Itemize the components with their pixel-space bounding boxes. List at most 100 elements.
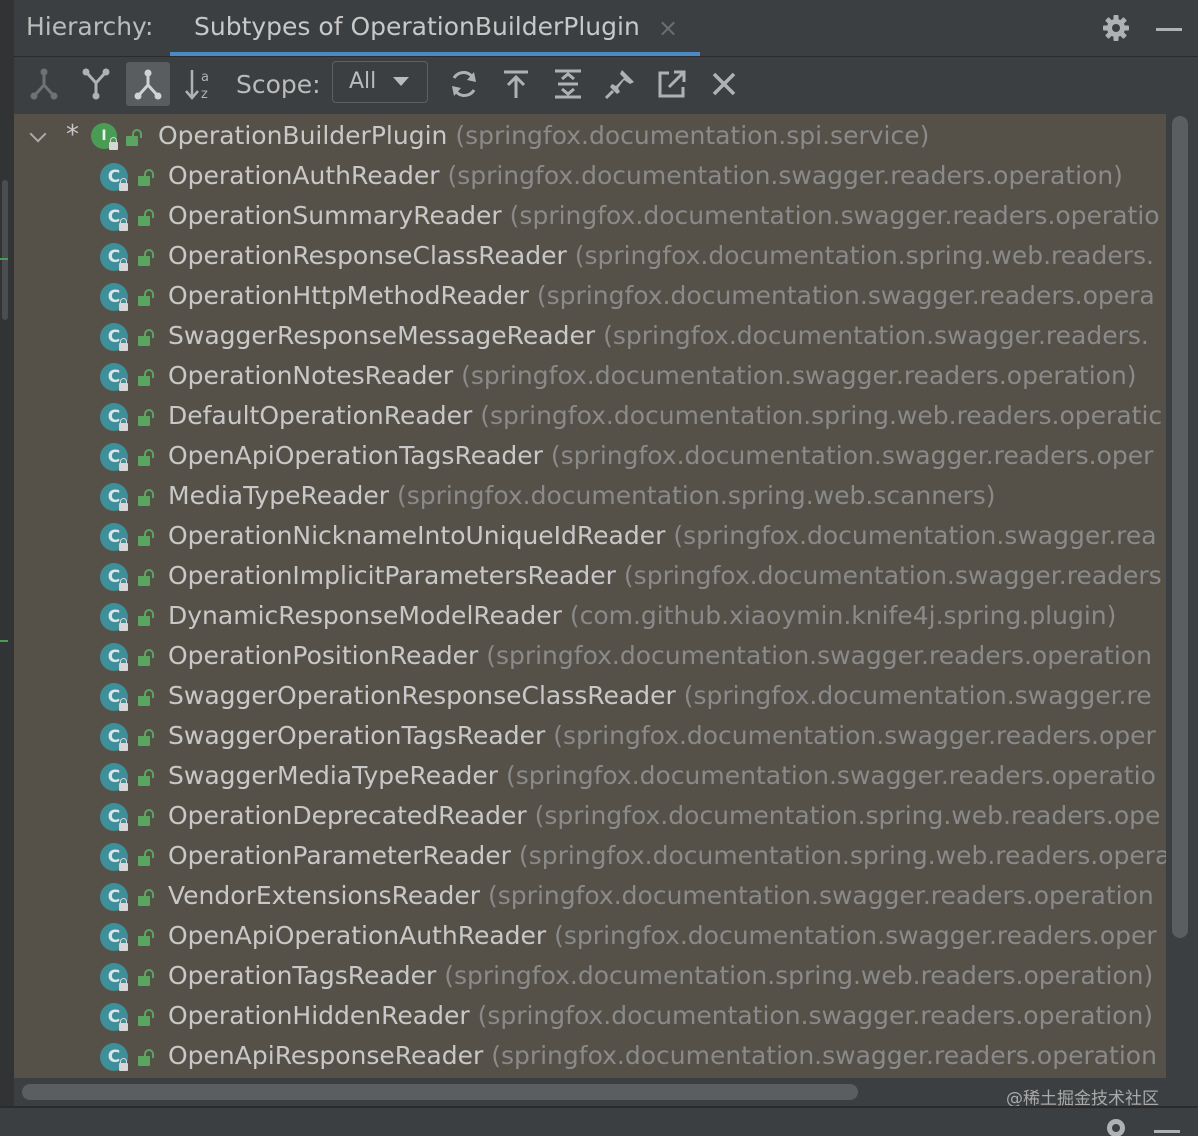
public-access-icon <box>138 489 154 506</box>
supertypes-hierarchy-button[interactable] <box>22 62 66 106</box>
tree-row[interactable]: C OperationImplicitParametersReader (spri… <box>14 556 1166 596</box>
tree-node-label: OperationParameterReader (springfox.docu… <box>168 841 1166 870</box>
bottom-panel-header <box>0 1106 1198 1136</box>
tree-node-label: VendorExtensionsReader (springfox.docume… <box>168 881 1154 910</box>
refresh-button[interactable] <box>442 62 486 106</box>
tree-node-label: OperationNotesReader (springfox.document… <box>168 361 1137 390</box>
pin-button[interactable] <box>598 62 642 106</box>
class-name: OpenApiResponseReader <box>168 1041 484 1070</box>
tree-row[interactable]: C SwaggerResponseMessageReader (springfox… <box>14 316 1166 356</box>
horizontal-scroll-thumb[interactable] <box>22 1084 858 1100</box>
public-access-icon <box>138 649 154 666</box>
public-access-icon <box>138 529 154 546</box>
class-name: OperationBuilderPlugin <box>158 121 448 150</box>
package-name: (springfox.documentation.swagger.readers… <box>553 721 1156 750</box>
subtypes-hierarchy-button[interactable] <box>126 62 170 106</box>
class-name: OperationNicknameIntoUniqueIdReader <box>168 521 666 550</box>
lock-overlay-icon <box>119 618 128 631</box>
tree-row[interactable]: C OperationPositionReader (springfox.docu… <box>14 636 1166 676</box>
tree-row[interactable]: C OperationParameterReader (springfox.doc… <box>14 836 1166 876</box>
package-name: (springfox.documentation.swagger.readers… <box>491 1041 1157 1070</box>
scope-dropdown[interactable]: All <box>332 61 428 103</box>
close-button[interactable] <box>702 62 746 106</box>
svg-text:z: z <box>201 87 208 101</box>
tree-row[interactable]: C OpenApiResponseReader (springfox.docume… <box>14 1036 1166 1076</box>
lock-overlay-icon <box>119 698 128 711</box>
export-button[interactable] <box>494 62 538 106</box>
tree-row[interactable]: C OperationHiddenReader (springfox.docume… <box>14 996 1166 1036</box>
lock-overlay-icon <box>119 578 128 591</box>
scope-label: Scope: <box>236 70 321 99</box>
chevron-down-icon[interactable] <box>29 125 47 143</box>
minimize-icon[interactable] <box>1156 28 1182 31</box>
hierarchy-tree[interactable]: * I OperationBuilderPlugin (springfox.do… <box>14 114 1166 1078</box>
tree-node-label: OperationHiddenReader (springfox.documen… <box>168 1001 1153 1030</box>
supertypes-icon <box>30 68 58 100</box>
tree-row[interactable]: C OpenApiOperationAuthReader (springfox.d… <box>14 916 1166 956</box>
gutter-scroll-handle[interactable] <box>2 180 8 320</box>
tree-node-label: SwaggerMediaTypeReader (springfox.docume… <box>168 761 1156 790</box>
tab-close-icon[interactable]: × <box>658 14 678 42</box>
gear-icon[interactable] <box>1102 14 1130 46</box>
lock-overlay-icon <box>119 658 128 671</box>
tree-row[interactable]: C OpenApiOperationTagsReader (springfox.d… <box>14 436 1166 476</box>
tree-row[interactable]: C OperationResponseClassReader (springfox… <box>14 236 1166 276</box>
tree-node-label: SwaggerOperationResponseClassReader (spr… <box>168 681 1152 710</box>
gear-icon[interactable] <box>1102 1114 1130 1136</box>
tree-row[interactable]: C SwaggerMediaTypeReader (springfox.docum… <box>14 756 1166 796</box>
gutter-change-marker <box>0 258 8 260</box>
tree-row[interactable]: C OperationSummaryReader (springfox.docum… <box>14 196 1166 236</box>
package-name: (springfox.documentation.swagger.readers… <box>461 361 1137 390</box>
tree-row[interactable]: C OperationNotesReader (springfox.documen… <box>14 356 1166 396</box>
tree-row[interactable]: C SwaggerOperationResponseClassReader (sp… <box>14 676 1166 716</box>
lock-overlay-icon <box>119 858 128 871</box>
lock-overlay-icon <box>119 498 128 511</box>
package-name: (springfox.documentation.spring.web.read… <box>574 241 1154 270</box>
class-name: OperationSummaryReader <box>168 201 502 230</box>
svg-text:a: a <box>201 70 209 85</box>
tree-row[interactable]: C DefaultOperationReader (springfox.docum… <box>14 396 1166 436</box>
class-name: OperationAuthReader <box>168 161 440 190</box>
tree-row[interactable]: C OperationTagsReader (springfox.document… <box>14 956 1166 996</box>
lock-overlay-icon <box>119 298 128 311</box>
public-access-icon <box>138 969 154 986</box>
tree-node-label: SwaggerOperationTagsReader (springfox.do… <box>168 721 1156 750</box>
lock-overlay-icon <box>119 178 128 191</box>
tree-row[interactable]: C DynamicResponseModelReader (com.github.… <box>14 596 1166 636</box>
close-icon <box>712 72 736 96</box>
tree-row[interactable]: C OperationDeprecatedReader (springfox.do… <box>14 796 1166 836</box>
tab-subtypes[interactable]: Subtypes of OperationBuilderPlugin × <box>170 0 700 56</box>
public-access-icon <box>138 449 154 466</box>
hierarchy-toolbar: a z Scope: All <box>14 57 1198 113</box>
class-hierarchy-button[interactable] <box>74 62 118 106</box>
tree-node-label: OperationPositionReader (springfox.docum… <box>168 641 1152 670</box>
class-hierarchy-icon <box>82 68 110 100</box>
class-name: DefaultOperationReader <box>168 401 473 430</box>
package-name: (springfox.documentation.swagger.readers <box>623 561 1162 590</box>
class-name: OperationImplicitParametersReader <box>168 561 616 590</box>
tree-row[interactable]: C VendorExtensionsReader (springfox.docum… <box>14 876 1166 916</box>
chevron-down-icon <box>393 77 409 86</box>
tree-row[interactable]: C OperationAuthReader (springfox.document… <box>14 156 1166 196</box>
public-access-icon <box>138 1009 154 1026</box>
lock-overlay-icon <box>119 1058 128 1071</box>
class-name: OperationTagsReader <box>168 961 437 990</box>
tree-node-label: OperationNicknameIntoUniqueIdReader (spr… <box>168 521 1157 550</box>
class-name: OperationNotesReader <box>168 361 454 390</box>
subtypes-icon <box>134 69 162 100</box>
sort-alphabetically-button[interactable]: a z <box>178 62 222 106</box>
tree-row[interactable]: C OperationNicknameIntoUniqueIdReader (sp… <box>14 516 1166 556</box>
tree-row[interactable]: C SwaggerOperationTagsReader (springfox.d… <box>14 716 1166 756</box>
lock-overlay-icon <box>119 818 128 831</box>
vertical-scroll-thumb[interactable] <box>1172 116 1188 938</box>
tree-row[interactable]: C OperationHttpMethodReader (springfox.do… <box>14 276 1166 316</box>
expand-all-button[interactable] <box>546 62 590 106</box>
minimize-icon[interactable] <box>1154 1130 1180 1133</box>
tree-root-row[interactable]: * I OperationBuilderPlugin (springfox.do… <box>14 116 1166 156</box>
class-name: OpenApiOperationTagsReader <box>168 441 543 470</box>
class-name: OperationResponseClassReader <box>168 241 567 270</box>
tree-node-label: OperationTagsReader (springfox.documenta… <box>168 961 1153 990</box>
open-in-editor-button[interactable] <box>650 62 694 106</box>
tree-row[interactable]: C MediaTypeReader (springfox.documentatio… <box>14 476 1166 516</box>
lock-overlay-icon <box>119 338 128 351</box>
